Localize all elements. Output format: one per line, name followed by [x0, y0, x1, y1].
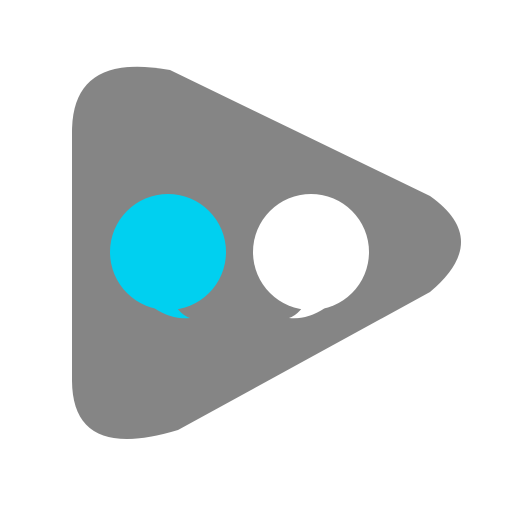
speech-bubble-right-icon-body	[253, 194, 369, 310]
speech-bubble-left-icon-body	[110, 194, 226, 310]
app-icon	[72, 66, 461, 439]
